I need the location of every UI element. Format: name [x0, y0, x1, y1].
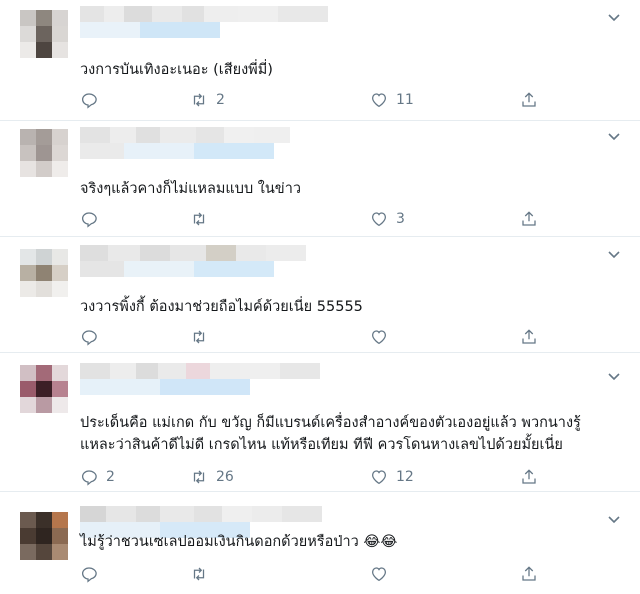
- share-icon: [522, 469, 536, 484]
- like-count: 3: [396, 211, 405, 227]
- like-button[interactable]: 12: [370, 465, 414, 489]
- reply-icon: [81, 567, 97, 583]
- tweet-actions: [80, 562, 540, 586]
- avatar[interactable]: [20, 512, 68, 560]
- more-options-caret[interactable]: [608, 251, 620, 261]
- avatar[interactable]: [20, 129, 68, 177]
- tweet-actions: 2 26 12: [80, 465, 540, 489]
- censored-username: [80, 245, 330, 277]
- share-button[interactable]: [520, 325, 538, 349]
- censored-username: [80, 6, 330, 38]
- chevron-down-icon: [608, 516, 620, 524]
- retweet-icon: [193, 93, 205, 107]
- reply-icon: [81, 93, 97, 109]
- retweet-button[interactable]: 26: [190, 465, 234, 489]
- share-icon: [522, 92, 536, 107]
- more-options-caret[interactable]: [608, 14, 620, 24]
- like-button[interactable]: [370, 325, 396, 349]
- heart-icon: [371, 470, 387, 485]
- avatar[interactable]: [20, 249, 68, 297]
- avatar[interactable]: [20, 10, 68, 58]
- tweet-actions: 2 11: [80, 88, 540, 112]
- retweet-icon: [193, 212, 205, 226]
- retweet-count: 2: [216, 92, 225, 108]
- reply-button[interactable]: [80, 562, 106, 586]
- share-icon: [522, 566, 536, 581]
- tweet-3[interactable]: วงวารพิ้งกี้ ต้องมาช่วยถือไมค์ด้วยเนี่ย …: [0, 237, 640, 352]
- retweet-button[interactable]: [190, 207, 216, 231]
- heart-icon: [371, 330, 387, 345]
- chevron-down-icon: [608, 251, 620, 259]
- tweet-actions: [80, 325, 540, 349]
- heart-icon: [371, 567, 387, 582]
- share-button[interactable]: [520, 88, 538, 112]
- tweet-2[interactable]: จริงๆแล้วคางก็ไม่แหลมแบบ ในข่าว 3: [0, 121, 640, 236]
- reply-icon: [81, 212, 97, 228]
- like-count: 12: [396, 469, 414, 485]
- reply-button[interactable]: [80, 207, 106, 231]
- reply-icon: [81, 330, 97, 346]
- tweet-text-line-2: แหละว่าสินค้าดีไม่ดี เกรดไหน แท้หรือเทีย…: [80, 437, 563, 453]
- censored-username: [80, 127, 330, 159]
- reply-button[interactable]: [80, 325, 106, 349]
- retweet-icon: [193, 470, 205, 484]
- heart-icon: [371, 212, 387, 227]
- more-options-caret[interactable]: [608, 373, 620, 383]
- retweet-count: 26: [216, 469, 234, 485]
- reply-icon: [81, 470, 97, 486]
- tweet-text-line-1: ประเด็นคือ แม่เกด กับ ขวัญ ก็มีแบรนด์เคร…: [80, 415, 581, 431]
- retweet-icon: [193, 567, 205, 581]
- tweet-5[interactable]: ไม่รู้ว่าชวนเซเลปออมเงินกินดอกด้วยหรือป่…: [0, 492, 640, 594]
- like-button[interactable]: [370, 562, 396, 586]
- chevron-down-icon: [608, 133, 620, 141]
- retweet-icon: [193, 330, 205, 344]
- tweet-text: วงการบันเทิงอะเนอะ (เสียงพี่มี่): [80, 62, 273, 78]
- censored-username: [80, 363, 330, 395]
- heart-icon: [371, 93, 387, 108]
- more-options-caret[interactable]: [608, 133, 620, 143]
- tweet-text: ไม่รู้ว่าชวนเซเลปออมเงินกินดอกด้วยหรือป่…: [80, 534, 398, 550]
- tweet-text: จริงๆแล้วคางก็ไม่แหลมแบบ ในข่าว: [80, 181, 301, 197]
- chevron-down-icon: [608, 14, 620, 22]
- tweet-1[interactable]: วงการบันเทิงอะเนอะ (เสียงพี่มี่) 2 11: [0, 0, 640, 120]
- tweet-text: วงวารพิ้งกี้ ต้องมาช่วยถือไมค์ด้วยเนี่ย …: [80, 299, 363, 315]
- share-button[interactable]: [520, 465, 538, 489]
- like-button[interactable]: 3: [370, 207, 405, 231]
- reply-button[interactable]: 2: [80, 465, 115, 489]
- tweet-actions: 3: [80, 207, 540, 231]
- tweet-4[interactable]: ประเด็นคือ แม่เกด กับ ขวัญ ก็มีแบรนด์เคร…: [0, 353, 640, 491]
- like-count: 11: [396, 92, 414, 108]
- share-icon: [522, 211, 536, 226]
- reply-button[interactable]: [80, 88, 106, 112]
- share-icon: [522, 329, 536, 344]
- share-button[interactable]: [520, 562, 538, 586]
- share-button[interactable]: [520, 207, 538, 231]
- like-button[interactable]: 11: [370, 88, 414, 112]
- more-options-caret[interactable]: [608, 516, 620, 526]
- retweet-button[interactable]: [190, 562, 216, 586]
- chevron-down-icon: [608, 373, 620, 381]
- avatar[interactable]: [20, 365, 68, 413]
- reply-count: 2: [106, 469, 115, 485]
- retweet-button[interactable]: [190, 325, 216, 349]
- retweet-button[interactable]: 2: [190, 88, 225, 112]
